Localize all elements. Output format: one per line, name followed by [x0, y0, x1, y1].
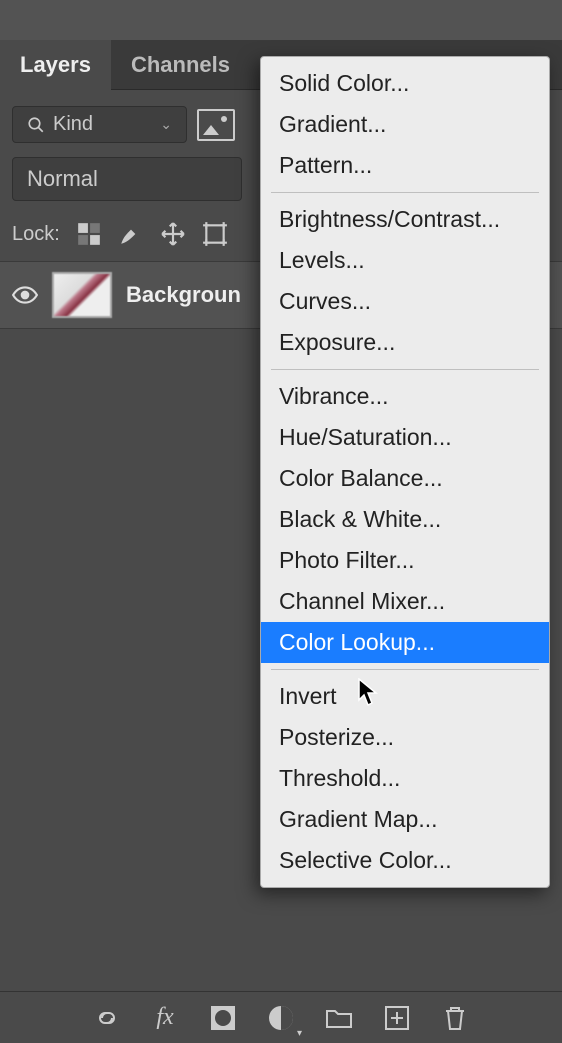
layer-thumbnail[interactable] — [52, 272, 112, 318]
lock-artboard-icon[interactable] — [202, 221, 228, 247]
lock-label: Lock: — [12, 223, 60, 246]
menu-item-levels[interactable]: Levels... — [261, 240, 549, 281]
menu-item-brightness-contrast[interactable]: Brightness/Contrast... — [261, 199, 549, 240]
menu-item-solid-color[interactable]: Solid Color... — [261, 63, 549, 104]
chevron-down-icon: ⌄ — [160, 116, 172, 133]
new-group-button[interactable] — [324, 1003, 354, 1033]
delete-layer-button[interactable] — [440, 1003, 470, 1033]
menu-item-channel-mixer[interactable]: Channel Mixer... — [261, 581, 549, 622]
menu-separator — [271, 369, 539, 370]
menu-item-exposure[interactable]: Exposure... — [261, 322, 549, 363]
lock-move-icon[interactable] — [160, 221, 186, 247]
menu-item-black-white[interactable]: Black & White... — [261, 499, 549, 540]
menu-item-threshold[interactable]: Threshold... — [261, 758, 549, 799]
menu-item-gradient-map[interactable]: Gradient Map... — [261, 799, 549, 840]
layer-mask-button[interactable] — [208, 1003, 238, 1033]
tab-layers[interactable]: Layers — [0, 40, 111, 90]
lock-transparency-icon[interactable] — [76, 221, 102, 247]
menu-item-pattern[interactable]: Pattern... — [261, 145, 549, 186]
menu-item-color-lookup[interactable]: Color Lookup... — [261, 622, 549, 663]
menu-separator — [271, 192, 539, 193]
search-icon — [27, 116, 45, 134]
visibility-eye-icon[interactable] — [12, 286, 38, 304]
blend-mode-value: Normal — [27, 166, 98, 191]
kind-filter-label: Kind — [53, 113, 93, 136]
menu-item-photo-filter[interactable]: Photo Filter... — [261, 540, 549, 581]
link-layers-button[interactable] — [92, 1003, 122, 1033]
new-layer-button[interactable] — [382, 1003, 412, 1033]
menu-item-hue-saturation[interactable]: Hue/Saturation... — [261, 417, 549, 458]
menu-item-vibrance[interactable]: Vibrance... — [261, 376, 549, 417]
menu-item-gradient[interactable]: Gradient... — [261, 104, 549, 145]
kind-filter-dropdown[interactable]: Kind ⌄ — [12, 106, 187, 143]
menu-item-posterize[interactable]: Posterize... — [261, 717, 549, 758]
tab-channels[interactable]: Channels — [111, 40, 250, 90]
layer-name: Backgroun — [126, 282, 241, 308]
filter-pixel-layers-icon[interactable] — [197, 109, 235, 141]
lock-brush-icon[interactable] — [118, 221, 144, 247]
menu-separator — [271, 669, 539, 670]
menu-item-invert[interactable]: Invert — [261, 676, 549, 717]
menu-item-selective-color[interactable]: Selective Color... — [261, 840, 549, 881]
menu-item-color-balance[interactable]: Color Balance... — [261, 458, 549, 499]
blend-mode-select[interactable]: Normal — [12, 157, 242, 201]
adjustment-layer-menu: Solid Color...Gradient...Pattern... Brig… — [260, 56, 550, 888]
layers-bottom-bar: fx ▾ — [0, 991, 562, 1043]
layer-style-button[interactable]: fx — [150, 1003, 180, 1033]
adjustment-layer-button[interactable]: ▾ — [266, 1003, 296, 1033]
menu-item-curves[interactable]: Curves... — [261, 281, 549, 322]
